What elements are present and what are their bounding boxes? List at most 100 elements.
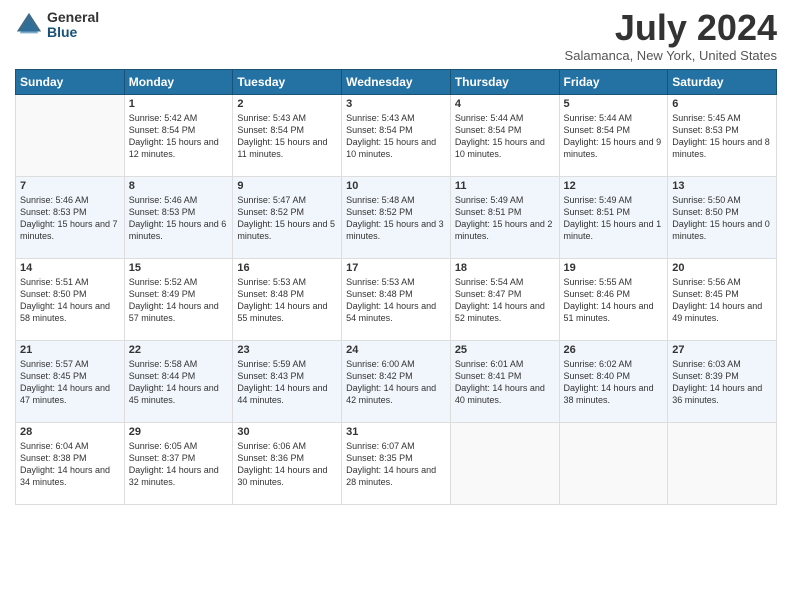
day-number: 18 [455, 262, 555, 274]
day-info: Sunrise: 5:43 AM Sunset: 8:54 PM Dayligh… [346, 112, 446, 161]
day-info: Sunrise: 6:06 AM Sunset: 8:36 PM Dayligh… [237, 440, 337, 489]
table-row: 28 Sunrise: 6:04 AM Sunset: 8:38 PM Dayli… [16, 423, 125, 505]
day-info: Sunrise: 5:53 AM Sunset: 8:48 PM Dayligh… [237, 276, 337, 325]
day-number: 25 [455, 344, 555, 356]
day-number: 7 [20, 180, 120, 192]
day-number: 17 [346, 262, 446, 274]
day-info: Sunrise: 5:46 AM Sunset: 8:53 PM Dayligh… [129, 194, 229, 243]
logo-text: General Blue [47, 10, 99, 41]
day-info: Sunrise: 5:49 AM Sunset: 8:51 PM Dayligh… [564, 194, 664, 243]
table-row: 10 Sunrise: 5:48 AM Sunset: 8:52 PM Dayli… [342, 177, 451, 259]
logo: General Blue [15, 10, 99, 41]
day-info: Sunrise: 5:43 AM Sunset: 8:54 PM Dayligh… [237, 112, 337, 161]
day-info: Sunrise: 5:45 AM Sunset: 8:53 PM Dayligh… [672, 112, 772, 161]
day-info: Sunrise: 6:03 AM Sunset: 8:39 PM Dayligh… [672, 358, 772, 407]
day-info: Sunrise: 5:58 AM Sunset: 8:44 PM Dayligh… [129, 358, 229, 407]
day-info: Sunrise: 5:42 AM Sunset: 8:54 PM Dayligh… [129, 112, 229, 161]
day-number: 15 [129, 262, 229, 274]
day-number: 19 [564, 262, 664, 274]
day-number: 4 [455, 98, 555, 110]
col-thursday: Thursday [450, 70, 559, 95]
table-row: 20Sunrise: 5:56 AM Sunset: 8:45 PM Dayli… [668, 259, 777, 341]
day-info: Sunrise: 5:44 AM Sunset: 8:54 PM Dayligh… [564, 112, 664, 161]
table-row: 12Sunrise: 5:49 AM Sunset: 8:51 PM Dayli… [559, 177, 668, 259]
col-tuesday: Tuesday [233, 70, 342, 95]
logo-blue: Blue [47, 25, 99, 40]
day-number: 23 [237, 344, 337, 356]
title-section: July 2024 Salamanca, New York, United St… [565, 10, 777, 63]
day-number: 14 [20, 262, 120, 274]
day-number: 3 [346, 98, 446, 110]
day-info: Sunrise: 5:48 AM Sunset: 8:52 PM Dayligh… [346, 194, 446, 243]
calendar-week-row: 21Sunrise: 5:57 AM Sunset: 8:45 PM Dayli… [16, 341, 777, 423]
day-info: Sunrise: 5:53 AM Sunset: 8:48 PM Dayligh… [346, 276, 446, 325]
table-row: 4 Sunrise: 5:44 AM Sunset: 8:54 PM Daylig… [450, 95, 559, 177]
day-number: 28 [20, 426, 120, 438]
day-info: Sunrise: 6:02 AM Sunset: 8:40 PM Dayligh… [564, 358, 664, 407]
month-year-title: July 2024 [565, 10, 777, 46]
logo-icon [15, 11, 43, 39]
table-row: 31Sunrise: 6:07 AM Sunset: 8:35 PM Dayli… [342, 423, 451, 505]
table-row: 14Sunrise: 5:51 AM Sunset: 8:50 PM Dayli… [16, 259, 125, 341]
calendar-header-row: Sunday Monday Tuesday Wednesday Thursday… [16, 70, 777, 95]
day-number: 10 [346, 180, 446, 192]
day-number: 21 [20, 344, 120, 356]
day-number: 1 [129, 98, 229, 110]
day-info: Sunrise: 5:44 AM Sunset: 8:54 PM Dayligh… [455, 112, 555, 161]
day-info: Sunrise: 5:47 AM Sunset: 8:52 PM Dayligh… [237, 194, 337, 243]
day-info: Sunrise: 5:55 AM Sunset: 8:46 PM Dayligh… [564, 276, 664, 325]
day-number: 9 [237, 180, 337, 192]
calendar-week-row: 7 Sunrise: 5:46 AM Sunset: 8:53 PM Daylig… [16, 177, 777, 259]
day-info: Sunrise: 5:52 AM Sunset: 8:49 PM Dayligh… [129, 276, 229, 325]
day-number: 22 [129, 344, 229, 356]
location-subtitle: Salamanca, New York, United States [565, 48, 777, 63]
day-info: Sunrise: 6:01 AM Sunset: 8:41 PM Dayligh… [455, 358, 555, 407]
table-row: 16 Sunrise: 5:53 AM Sunset: 8:48 PM Dayli… [233, 259, 342, 341]
table-row: 25 Sunrise: 6:01 AM Sunset: 8:41 PM Dayli… [450, 341, 559, 423]
day-number: 6 [672, 98, 772, 110]
day-info: Sunrise: 5:59 AM Sunset: 8:43 PM Dayligh… [237, 358, 337, 407]
day-info: Sunrise: 5:54 AM Sunset: 8:47 PM Dayligh… [455, 276, 555, 325]
table-row: 7 Sunrise: 5:46 AM Sunset: 8:53 PM Daylig… [16, 177, 125, 259]
col-saturday: Saturday [668, 70, 777, 95]
day-number: 29 [129, 426, 229, 438]
table-row: 11 Sunrise: 5:49 AM Sunset: 8:51 PM Dayli… [450, 177, 559, 259]
col-friday: Friday [559, 70, 668, 95]
table-row: 19 Sunrise: 5:55 AM Sunset: 8:46 PM Dayli… [559, 259, 668, 341]
logo-general: General [47, 10, 99, 25]
table-row: 1 Sunrise: 5:42 AM Sunset: 8:54 PM Daylig… [124, 95, 233, 177]
table-row: 9 Sunrise: 5:47 AM Sunset: 8:52 PM Daylig… [233, 177, 342, 259]
calendar-week-row: 28 Sunrise: 6:04 AM Sunset: 8:38 PM Dayli… [16, 423, 777, 505]
day-number: 27 [672, 344, 772, 356]
table-row [450, 423, 559, 505]
day-info: Sunrise: 5:46 AM Sunset: 8:53 PM Dayligh… [20, 194, 120, 243]
table-row: 2Sunrise: 5:43 AM Sunset: 8:54 PM Daylig… [233, 95, 342, 177]
day-info: Sunrise: 6:04 AM Sunset: 8:38 PM Dayligh… [20, 440, 120, 489]
day-number: 26 [564, 344, 664, 356]
col-monday: Monday [124, 70, 233, 95]
day-info: Sunrise: 5:49 AM Sunset: 8:51 PM Dayligh… [455, 194, 555, 243]
day-number: 16 [237, 262, 337, 274]
table-row: 22 Sunrise: 5:58 AM Sunset: 8:44 PM Dayli… [124, 341, 233, 423]
table-row: 17 Sunrise: 5:53 AM Sunset: 8:48 PM Dayli… [342, 259, 451, 341]
calendar-week-row: 14Sunrise: 5:51 AM Sunset: 8:50 PM Dayli… [16, 259, 777, 341]
table-row: 30Sunrise: 6:06 AM Sunset: 8:36 PM Dayli… [233, 423, 342, 505]
table-row: 3 Sunrise: 5:43 AM Sunset: 8:54 PM Daylig… [342, 95, 451, 177]
table-row [668, 423, 777, 505]
table-row: 13Sunrise: 5:50 AM Sunset: 8:50 PM Dayli… [668, 177, 777, 259]
table-row: 27 Sunrise: 6:03 AM Sunset: 8:39 PM Dayli… [668, 341, 777, 423]
header: General Blue July 2024 Salamanca, New Yo… [15, 10, 777, 63]
table-row: 5 Sunrise: 5:44 AM Sunset: 8:54 PM Daylig… [559, 95, 668, 177]
day-info: Sunrise: 5:56 AM Sunset: 8:45 PM Dayligh… [672, 276, 772, 325]
day-number: 11 [455, 180, 555, 192]
table-row: 18 Sunrise: 5:54 AM Sunset: 8:47 PM Dayli… [450, 259, 559, 341]
day-info: Sunrise: 6:00 AM Sunset: 8:42 PM Dayligh… [346, 358, 446, 407]
table-row: 23 Sunrise: 5:59 AM Sunset: 8:43 PM Dayli… [233, 341, 342, 423]
table-row: 8Sunrise: 5:46 AM Sunset: 8:53 PM Daylig… [124, 177, 233, 259]
table-row: 6 Sunrise: 5:45 AM Sunset: 8:53 PM Daylig… [668, 95, 777, 177]
day-number: 5 [564, 98, 664, 110]
calendar-table: Sunday Monday Tuesday Wednesday Thursday… [15, 69, 777, 505]
table-row: 21Sunrise: 5:57 AM Sunset: 8:45 PM Dayli… [16, 341, 125, 423]
day-number: 13 [672, 180, 772, 192]
table-row: 26 Sunrise: 6:02 AM Sunset: 8:40 PM Dayli… [559, 341, 668, 423]
